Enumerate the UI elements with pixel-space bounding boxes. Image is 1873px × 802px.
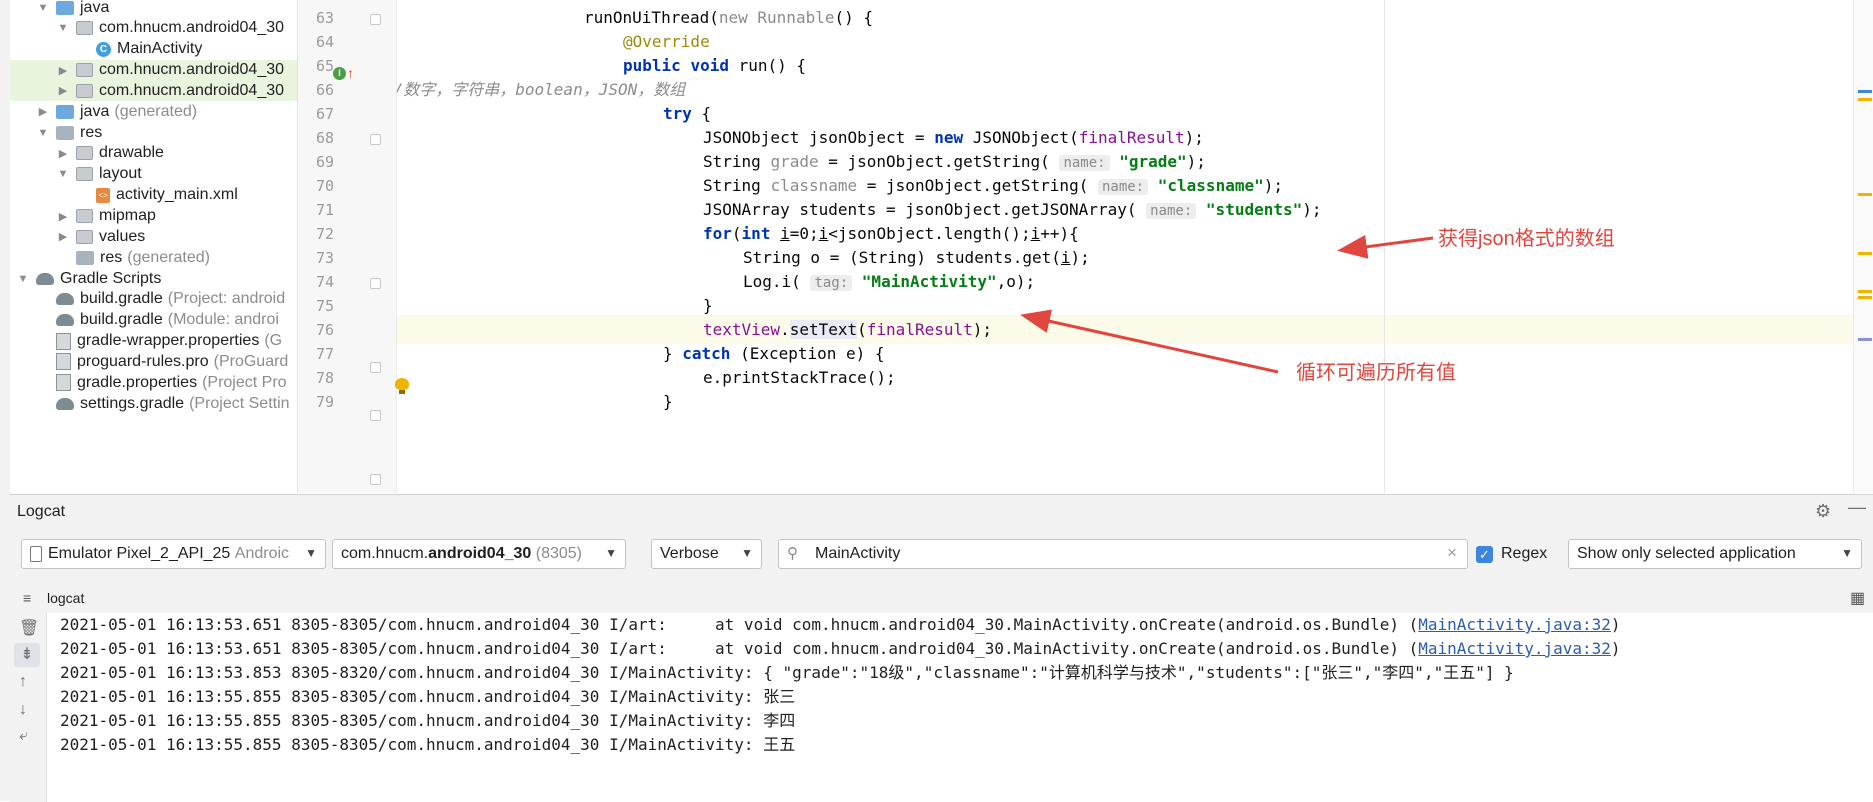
log-level: Verbose	[660, 545, 719, 562]
log-output[interactable]: 2021-05-01 16:13:53.651 8305-8305/com.hn…	[47, 613, 1873, 802]
log-text: 2021-05-01 16:13:53.651 8305-8305/com.hn…	[60, 639, 1419, 658]
log-text: 2021-05-01 16:13:55.855 8305-8305/com.hn…	[60, 687, 796, 706]
process-prefix: com.hnucm.	[341, 545, 429, 562]
logcat-subtab-bar: ≡ logcat ▦	[10, 583, 1873, 613]
logcat-panel: Logcat ⚙ — Emulator Pixel_2_API_25 Andro…	[10, 494, 1873, 802]
soft-wrap-icon[interactable]: ⤶	[19, 727, 28, 745]
search-input[interactable]: MainActivity	[815, 545, 900, 563]
search-field[interactable]: ⚲ MainActivity ×	[778, 539, 1468, 569]
log-level-selector[interactable]: Verbose ▼	[651, 539, 762, 569]
tab-logcat[interactable]: logcat	[47, 590, 84, 606]
gear-icon[interactable]: ⚙	[1815, 501, 1831, 522]
process-name: android04_30	[428, 545, 532, 562]
callout-json-array: 获得json格式的数组	[1438, 228, 1615, 250]
logcat-toolbar: 🗑 ⇟ ↑ ↓ ⤶	[10, 613, 47, 802]
filter-value: Show only selected application	[1577, 545, 1796, 562]
device-suffix: Androic	[234, 545, 290, 562]
arrow-down-icon[interactable]: ↓	[19, 701, 27, 719]
log-text: 2021-05-01 16:13:55.855 8305-8305/com.hn…	[60, 711, 796, 730]
scroll-to-end-icon[interactable]: ⇟	[14, 643, 40, 667]
device-icon	[30, 546, 42, 562]
log-line[interactable]: 2021-05-01 16:13:55.855 8305-8305/com.hn…	[60, 731, 795, 759]
callout-arrow-array	[1337, 234, 1434, 259]
regex-checkbox[interactable]: ✓	[1476, 546, 1493, 563]
logcat-title: Logcat	[17, 503, 66, 520]
layout-icon[interactable]: ▦	[1850, 588, 1865, 608]
process-selector[interactable]: com.hnucm. android04_30 (8305) ▼	[332, 539, 626, 569]
log-text: 2021-05-01 16:13:53.651 8305-8305/com.hn…	[60, 615, 1419, 634]
filter-selector[interactable]: Show only selected application ▼	[1568, 539, 1862, 569]
log-text-end: )	[1610, 615, 1621, 634]
arrow-up-icon[interactable]: ↑	[19, 673, 27, 691]
chevron-down-icon: ▼	[1841, 546, 1853, 560]
source-link[interactable]: MainActivity.java:32	[1418, 639, 1611, 658]
process-pid: (8305)	[535, 545, 582, 562]
trash-icon[interactable]: 🗑	[19, 618, 39, 638]
device-name: Emulator Pixel_2_API_25	[48, 545, 231, 562]
minimize-icon[interactable]: —	[1848, 497, 1866, 518]
chevron-down-icon: ▼	[605, 546, 617, 560]
lines-icon: ≡	[23, 590, 32, 606]
callout-arrow-loop	[1020, 309, 1279, 374]
source-link[interactable]: MainActivity.java:32	[1418, 615, 1611, 634]
clear-search-icon[interactable]: ×	[1447, 543, 1457, 563]
log-text: 2021-05-01 16:13:53.853 8305-8320/com.hn…	[60, 663, 1514, 682]
chevron-down-icon: ▼	[305, 546, 317, 560]
callout-loop: 循环可遍历所有值	[1296, 362, 1456, 384]
search-icon: ⚲	[787, 545, 798, 562]
device-selector[interactable]: Emulator Pixel_2_API_25 Androic ▼	[21, 539, 326, 569]
chevron-down-icon: ▼	[741, 546, 753, 560]
regex-label: Regex	[1501, 545, 1548, 562]
log-text: 2021-05-01 16:13:55.855 8305-8305/com.hn…	[60, 735, 796, 754]
log-text-end: )	[1610, 639, 1621, 658]
